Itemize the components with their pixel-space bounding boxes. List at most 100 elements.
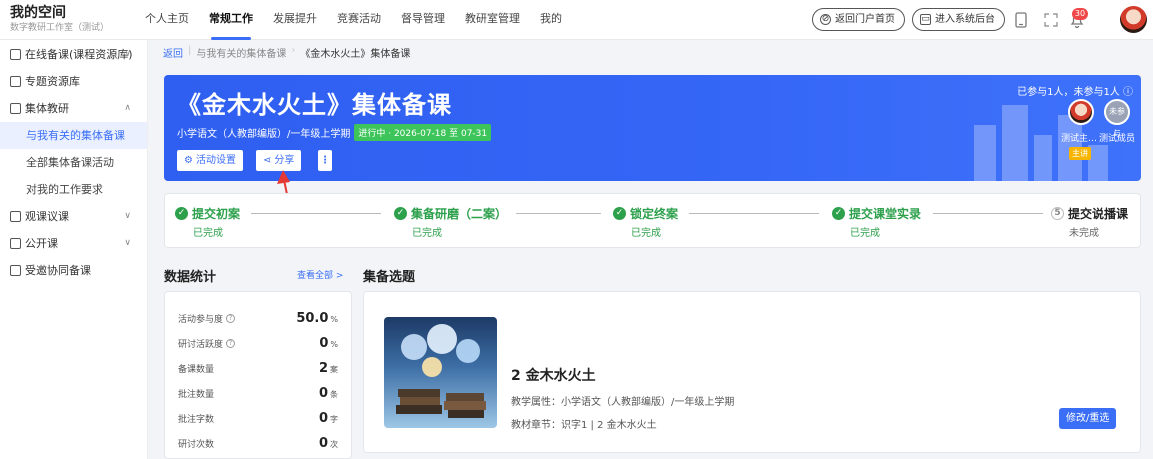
nav-development[interactable]: 发展提升 xyxy=(263,0,327,40)
topic-thumbnail xyxy=(384,317,497,428)
chevron-down-icon: ∨ xyxy=(124,238,131,248)
sidebar-item-online-prep[interactable]: 在线备课(课程资源库) ∨ xyxy=(0,41,147,68)
step-refine[interactable]: ✓ 集备研磨（二案） 已完成 xyxy=(394,205,507,239)
stat-row: 批注字数 0字 xyxy=(178,410,340,426)
nav-routine-work[interactable]: 常规工作 xyxy=(199,0,263,40)
stat-value: 0 xyxy=(318,410,328,426)
breadcrumb-parent[interactable]: 与我有关的集体备课 xyxy=(196,45,286,60)
sidebar-item-label: 受邀协同备课 xyxy=(25,264,91,277)
chevron-down-icon: ∨ xyxy=(124,211,131,221)
activity-settings-button[interactable]: ⚙ 活动设置 xyxy=(177,150,243,171)
help-icon[interactable]: ? xyxy=(226,338,236,348)
sidebar-item-label: 在线备课(课程资源库) xyxy=(25,48,133,61)
portal-button-label: 返回门户首页 xyxy=(835,14,895,25)
step-connector xyxy=(933,213,1043,214)
status-badge: 进行中 · 2026-07-18 至 07-31 xyxy=(354,124,492,141)
chevron-down-icon: ∨ xyxy=(124,49,131,59)
brand-title: 我的空间 xyxy=(10,5,66,21)
sidebar-subitem-all-prep[interactable]: 全部集体备课活动 xyxy=(0,149,147,176)
stat-unit: % xyxy=(330,339,338,349)
tablet-icon[interactable] xyxy=(1011,10,1031,30)
system-backend-button[interactable]: ▭ 进入系统后台 xyxy=(912,8,1005,31)
help-icon[interactable]: ? xyxy=(226,313,236,323)
nav-competition[interactable]: 竞赛活动 xyxy=(327,0,391,40)
sidebar-item-topic-resources[interactable]: 专题资源库 xyxy=(0,68,147,95)
step-label: 提交初案 xyxy=(192,207,241,221)
user-avatar[interactable] xyxy=(1120,6,1147,33)
step-label: 锁定终案 xyxy=(630,207,679,221)
member-name: 测试主… xyxy=(1061,134,1098,144)
step-initial-plan[interactable]: ✓ 提交初案 已完成 xyxy=(175,205,240,239)
back-link[interactable]: 返回 xyxy=(163,45,183,60)
nav-mine[interactable]: 我的 xyxy=(530,0,572,40)
stat-row: 活动参与度? 50.0% xyxy=(178,310,340,326)
topic-name: 2 金木水火土 xyxy=(511,368,596,384)
gear-icon: ⚙ xyxy=(184,155,193,166)
stat-unit: 案 xyxy=(330,364,338,374)
help-icon[interactable]: ⓘ xyxy=(1123,87,1133,98)
activity-settings-label: 活动设置 xyxy=(195,155,236,166)
activity-subject: 小学语文（人教部编版）/一年级上学期 xyxy=(177,129,351,140)
activity-title: 《金木水火土》集体备课 xyxy=(177,91,452,119)
stat-label: 批注字数 xyxy=(178,414,215,425)
progress-stepper: ✓ 提交初案 已完成 ✓ 集备研磨（二案） 已完成 ✓ 锁定终案 已完成 ✓ 提交课堂实… xyxy=(164,193,1141,248)
breadcrumb: 返回 | 与我有关的集体备课 › 《金木水火土》集体备课 xyxy=(163,45,410,60)
nav-research-office[interactable]: 教研室管理 xyxy=(455,0,530,40)
stat-row: 研讨活跃度? 0% xyxy=(178,335,340,351)
breadcrumb-current: 《金木水火土》集体备课 xyxy=(300,49,411,60)
sidebar-item-open-class[interactable]: 公开课 ∨ xyxy=(0,230,147,257)
share-icon: ⋖ xyxy=(263,155,272,166)
step-class-record[interactable]: ✓ 提交课堂实录 已完成 xyxy=(832,205,921,239)
brand[interactable]: 我的空间 数字教研工作室（测试） xyxy=(10,4,109,34)
step-status: 已完成 xyxy=(412,228,442,239)
sidebar-item-invited-prep[interactable]: 受邀协同备课 xyxy=(0,257,147,284)
stat-row: 备课数量 2案 xyxy=(178,360,340,376)
member-avatar-absent[interactable]: 未参与 xyxy=(1104,99,1130,138)
participation-text: 已参与1人，未参与1人 xyxy=(1017,87,1120,98)
stat-label: 备课数量 xyxy=(178,364,215,375)
observation-icon xyxy=(10,211,21,222)
breadcrumb-separator: | xyxy=(188,45,192,56)
step-status: 未完成 xyxy=(1069,228,1099,239)
activity-banner: 《金木水火土》集体备课 小学语文（人教部编版）/一年级上学期 进行中 · 202… xyxy=(164,75,1141,181)
step-status: 已完成 xyxy=(193,228,223,239)
step-lock-final[interactable]: ✓ 锁定终案 已完成 xyxy=(613,205,678,239)
sidebar-item-label: 专题资源库 xyxy=(25,75,80,88)
topic-attribute: 教学属性：小学语文（人教部编版）/一年级上学期 xyxy=(511,397,735,408)
sidebar-item-label: 观课议课 xyxy=(25,210,69,223)
system-backend-button-label: 进入系统后台 xyxy=(935,14,995,25)
notification-badge: 30 xyxy=(1072,8,1088,20)
compass-icon: ⊘ xyxy=(820,14,831,25)
stat-value: 0 xyxy=(318,385,328,401)
stat-unit: 条 xyxy=(330,389,338,399)
more-button[interactable]: ⋮ xyxy=(318,150,332,171)
portal-button[interactable]: ⊘ 返回门户首页 xyxy=(812,8,905,31)
view-all-link[interactable]: 查看全部 > xyxy=(297,268,343,281)
modify-topic-button[interactable]: 修改/重选 xyxy=(1059,408,1117,429)
brand-subtitle: 数字教研工作室（测试） xyxy=(10,23,110,33)
activity-meta: 小学语文（人教部编版）/一年级上学期 进行中 · 2026-07-18 至 07… xyxy=(177,124,492,141)
nav-supervision[interactable]: 督导管理 xyxy=(391,0,455,40)
sidebar-item-lesson-observation[interactable]: 观课议课 ∨ xyxy=(0,203,147,230)
fullscreen-icon[interactable] xyxy=(1041,10,1061,30)
stat-label: 活动参与度 xyxy=(178,314,224,325)
stat-label: 研讨次数 xyxy=(178,439,215,450)
stat-unit: 次 xyxy=(330,439,338,449)
topic-card: 2 金木水火土 教学属性：小学语文（人教部编版）/一年级上学期 教材章节：识字1… xyxy=(363,291,1141,453)
topic-chapter: 教材章节：识字1 | 2 金木水火土 xyxy=(511,420,657,431)
monitor-icon: ▭ xyxy=(920,14,931,25)
step-number: 5 xyxy=(1051,207,1064,220)
main-nav: 个人主页 常规工作 发展提升 竞赛活动 督导管理 教研室管理 我的 xyxy=(135,0,572,40)
sidebar-subitem-work-requirements[interactable]: 对我的工作要求 xyxy=(0,176,147,203)
member-avatar[interactable] xyxy=(1068,99,1094,125)
stat-label: 研讨活跃度 xyxy=(178,339,224,350)
leader-tag: 主讲 xyxy=(1069,147,1091,160)
stat-unit: 字 xyxy=(330,414,338,424)
stat-value: 0 xyxy=(319,335,329,351)
sidebar-subitem-related-prep[interactable]: 与我有关的集体备课 xyxy=(0,122,147,149)
stats-title: 数据统计 xyxy=(164,270,217,285)
top-bar: 我的空间 数字教研工作室（测试） 个人主页 常规工作 发展提升 竞赛活动 督导管… xyxy=(0,0,1153,40)
step-lecture[interactable]: 5 提交说播课 未完成 xyxy=(1051,205,1128,239)
sidebar-item-collective-research[interactable]: 集体教研 ∧ xyxy=(0,95,147,122)
nav-home[interactable]: 个人主页 xyxy=(135,0,199,40)
